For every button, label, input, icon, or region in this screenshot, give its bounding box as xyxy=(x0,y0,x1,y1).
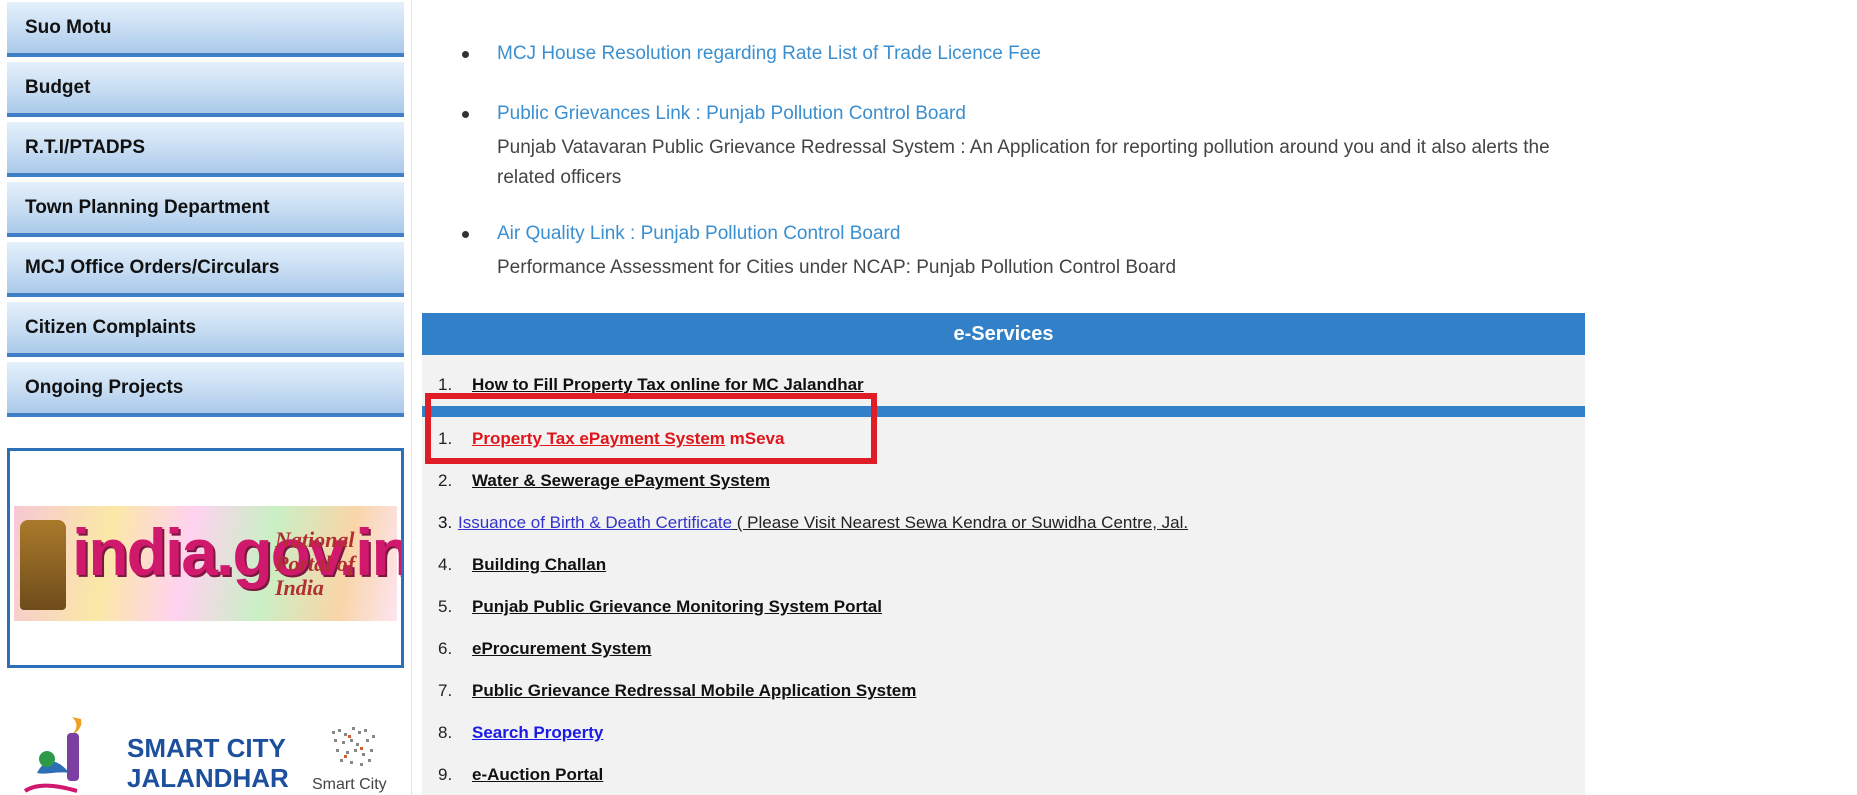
link-description: Performance Assessment for Cities under … xyxy=(497,257,1177,278)
link-trade-licence-fee[interactable]: MCJ House Resolution regarding Rate List… xyxy=(497,43,1041,65)
sidebar-item-town-planning[interactable]: Town Planning Department xyxy=(7,182,404,237)
link-search-property[interactable]: Search Property xyxy=(472,723,603,742)
sidebar-item-citizen-complaints[interactable]: Citizen Complaints xyxy=(7,302,404,357)
row-number: 6. xyxy=(438,639,453,658)
link-public-grievances-ppcb[interactable]: Public Grievances Link : Punjab Pollutio… xyxy=(497,103,966,125)
sewa-kendra-note: ( Please Visit Nearest Sewa Kendra or Su… xyxy=(732,513,1189,532)
row-number: 7. xyxy=(438,681,453,700)
eservice-row: 5. Punjab Public Grievance Monitoring Sys… xyxy=(438,597,882,617)
national-portal-text: National Portal of India xyxy=(275,527,356,600)
row-number: 1. xyxy=(438,375,453,394)
link-water-sewerage-epayment[interactable]: Water & Sewerage ePayment System xyxy=(472,471,770,490)
india-gov-banner[interactable]: india.gov.in National Portal of India xyxy=(7,448,404,668)
link-building-challan[interactable]: Building Challan xyxy=(472,555,606,574)
sidebar-item-ongoing-projects[interactable]: Ongoing Projects xyxy=(7,362,404,417)
highlight-box xyxy=(425,393,877,464)
sidebar-item-rti[interactable]: R.T.I/PTADPS xyxy=(7,122,404,177)
smart-city-caption: Smart City xyxy=(312,776,387,793)
page: Suo Motu Budget R.T.I/PTADPS Town Planni… xyxy=(0,0,1857,795)
smart-city-line2: JALANDHAR xyxy=(127,763,289,793)
link-pgms-portal[interactable]: Punjab Public Grievance Monitoring Syste… xyxy=(472,597,882,616)
smart-city-jalandhar-logo[interactable]: SMART CITY JALANDHAR Smart City xyxy=(12,708,404,795)
link-e-auction-portal[interactable]: e-Auction Portal xyxy=(472,765,603,784)
column-divider xyxy=(411,0,412,795)
eservices-panel: e-Services 1. How to Fill Property Tax on… xyxy=(422,313,1585,795)
row-number: 3. xyxy=(438,513,453,532)
bullet-icon xyxy=(462,51,469,58)
link-grievance-mobile-app[interactable]: Public Grievance Redressal Mobile Applic… xyxy=(472,681,916,700)
eservice-row: 7. Public Grievance Redressal Mobile Appl… xyxy=(438,681,916,701)
bullet-icon xyxy=(462,111,469,118)
eservice-row: 3. Issuance of Birth & Death Certificate … xyxy=(438,513,1188,533)
eservice-row: 4. Building Challan xyxy=(438,555,606,575)
eservice-row: 2. Water & Sewerage ePayment System xyxy=(438,471,770,491)
sidebar-menu: Suo Motu Budget R.T.I/PTADPS Town Planni… xyxy=(7,0,404,417)
link-how-to-fill-property-tax[interactable]: How to Fill Property Tax online for MC J… xyxy=(472,375,864,394)
eservice-row: 8. Search Property xyxy=(438,723,603,743)
row-number: 5. xyxy=(438,597,453,616)
national-emblem-icon xyxy=(20,520,66,610)
smart-city-title: SMART CITY JALANDHAR xyxy=(127,733,289,793)
link-air-quality-ppcb[interactable]: Air Quality Link : Punjab Pollution Cont… xyxy=(497,223,900,245)
link-eprocurement[interactable]: eProcurement System xyxy=(472,639,652,658)
sidebar-item-office-orders[interactable]: MCJ Office Orders/Circulars xyxy=(7,242,404,297)
smart-city-mascot-icon xyxy=(23,717,82,793)
eservices-header: e-Services xyxy=(422,313,1585,355)
row-number: 4. xyxy=(438,555,453,574)
row-number: 8. xyxy=(438,723,453,742)
link-birth-death-certificate[interactable]: Issuance of Birth & Death Certificate xyxy=(458,513,732,532)
smart-city-line1: SMART CITY xyxy=(127,733,286,763)
eservice-row: 1. How to Fill Property Tax online for MC… xyxy=(438,375,864,395)
eservice-row: 9. e-Auction Portal xyxy=(438,765,603,785)
eservice-row: 6. eProcurement System xyxy=(438,639,652,659)
bullet-icon xyxy=(462,231,469,238)
sidebar-item-suo-motu[interactable]: Suo Motu xyxy=(7,2,404,57)
india-gov-banner-image: india.gov.in National Portal of India xyxy=(14,506,401,621)
row-number: 9. xyxy=(438,765,453,784)
sidebar-item-budget[interactable]: Budget xyxy=(7,62,404,117)
row-number: 2. xyxy=(438,471,453,490)
link-description: Punjab Vatavaran Public Grievance Redres… xyxy=(497,137,1550,188)
